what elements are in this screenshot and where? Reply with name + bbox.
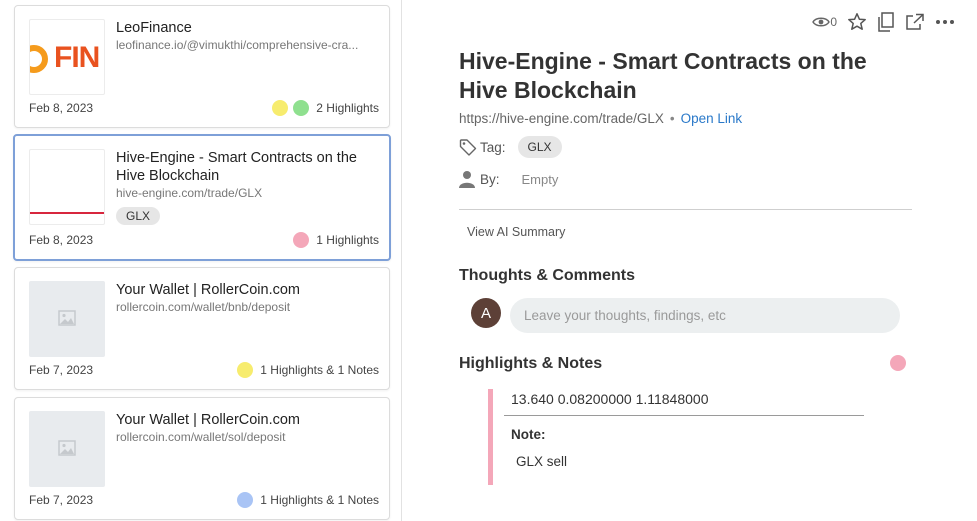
- author-label: By:: [480, 171, 500, 187]
- bookmark-url: https://hive-engine.com/trade/GLX: [459, 111, 664, 126]
- view-count-value: 0: [830, 15, 837, 29]
- avatar: A: [471, 298, 501, 328]
- card-highlight-count: 1 Highlights: [316, 233, 379, 247]
- card-thumbnail: FIN: [29, 19, 105, 95]
- highlight-color-bar: [488, 389, 493, 485]
- note-text: GLX sell: [516, 454, 568, 469]
- bookmark-card-selected[interactable]: Hive-Engine - Smart Contracts on the Hiv…: [13, 134, 391, 261]
- highlight-text: 13.640 0.08200000 1.11848000: [511, 391, 709, 407]
- image-placeholder-icon: [58, 440, 76, 456]
- card-title: LeoFinance: [116, 20, 192, 36]
- card-highlight-count: 1 Highlights & 1 Notes: [260, 493, 379, 507]
- eye-icon: [812, 17, 831, 27]
- card-date: Feb 7, 2023: [29, 363, 94, 377]
- image-placeholder-icon: [58, 310, 76, 326]
- highlights-section-title: Highlights & Notes: [459, 355, 603, 372]
- note-label: Note:: [511, 427, 546, 442]
- view-ai-summary-button[interactable]: View AI Summary: [467, 225, 565, 239]
- card-highlight-count: 1 Highlights & 1 Notes: [260, 363, 379, 377]
- bookmark-card[interactable]: Your Wallet | RollerCoin.com rollercoin.…: [14, 267, 390, 390]
- card-tag-chip[interactable]: GLX: [116, 207, 161, 225]
- card-title: Your Wallet | RollerCoin.com: [116, 282, 301, 298]
- comments-section-title: Thoughts & Comments: [459, 267, 635, 284]
- highlight-color-dot: [293, 232, 310, 248]
- detail-toolbar: 0: [812, 12, 955, 32]
- url-separator: •: [669, 111, 675, 126]
- card-url: hive-engine.com/trade/GLX: [116, 186, 263, 200]
- page-title: Hive-Engine - Smart Contracts on the Hiv…: [459, 48, 867, 103]
- leo-logo-text: FIN: [54, 41, 100, 74]
- thumbnail-red-line: [30, 212, 104, 214]
- author-row: By: Empty: [459, 170, 558, 188]
- app: FIN LeoFinance leofinance.io/@vimukthi/c…: [0, 0, 977, 521]
- highlight-color-dot: [237, 492, 254, 508]
- copy-icon[interactable]: [877, 12, 895, 32]
- card-meta: 1 Highlights & 1 Notes: [237, 362, 379, 378]
- bookmark-card[interactable]: FIN LeoFinance leofinance.io/@vimukthi/c…: [14, 5, 390, 128]
- card-thumbnail: [29, 149, 105, 225]
- card-meta: 1 Highlights: [293, 232, 379, 248]
- author-value[interactable]: Empty: [522, 172, 559, 187]
- card-url: rollercoin.com/wallet/bnb/deposit: [116, 300, 291, 314]
- tag-row: Tag: GLX: [459, 136, 562, 158]
- highlight-color-dot: [293, 100, 310, 116]
- card-title: Hive-Engine - Smart Contracts on the Hiv…: [116, 150, 357, 184]
- bookmark-card[interactable]: Your Wallet | RollerCoin.com rollercoin.…: [14, 397, 390, 520]
- open-link-button[interactable]: Open Link: [681, 111, 743, 126]
- highlight-color-dot[interactable]: [890, 355, 906, 371]
- card-date: Feb 8, 2023: [29, 101, 94, 115]
- detail-panel: 0 Hive-Engine - Smart Contracts on the H…: [403, 0, 977, 521]
- card-meta: 1 Highlights & 1 Notes: [237, 492, 379, 508]
- highlight-item[interactable]: 13.640 0.08200000 1.11848000 Note: GLX s…: [488, 389, 868, 485]
- star-icon[interactable]: [847, 12, 867, 32]
- tag-label: Tag:: [480, 139, 506, 155]
- highlight-divider: [504, 415, 864, 416]
- leo-logo-circle: [30, 45, 48, 73]
- card-date: Feb 7, 2023: [29, 493, 94, 507]
- more-options-icon[interactable]: [935, 19, 955, 25]
- highlight-color-dot: [237, 362, 254, 378]
- card-date: Feb 8, 2023: [29, 233, 94, 247]
- bookmark-list: FIN LeoFinance leofinance.io/@vimukthi/c…: [0, 0, 402, 521]
- card-title: Your Wallet | RollerCoin.com: [116, 412, 301, 428]
- view-count: 0: [812, 15, 837, 29]
- card-thumbnail: [29, 281, 105, 357]
- card-url: rollercoin.com/wallet/sol/deposit: [116, 430, 286, 444]
- url-row: https://hive-engine.com/trade/GLX • Open…: [459, 111, 742, 126]
- card-highlight-count: 2 Highlights: [316, 101, 379, 115]
- highlight-color-dot: [272, 100, 289, 116]
- comment-input[interactable]: [510, 298, 900, 333]
- card-meta: 2 Highlights: [272, 100, 379, 116]
- section-divider: [459, 209, 912, 210]
- tag-chip[interactable]: GLX: [517, 136, 562, 158]
- share-icon[interactable]: [905, 13, 925, 31]
- card-url: leofinance.io/@vimukthi/comprehensive-cr…: [116, 38, 359, 52]
- card-thumbnail: [29, 411, 105, 487]
- tag-icon: [459, 139, 477, 156]
- person-icon: [459, 171, 475, 188]
